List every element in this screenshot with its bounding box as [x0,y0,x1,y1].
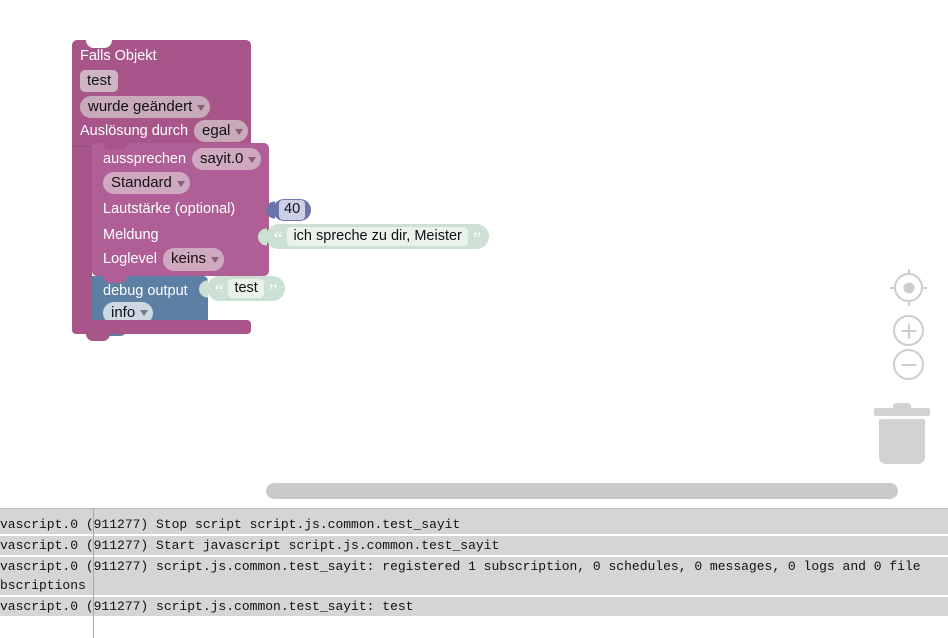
block-event-object-changed[interactable]: Falls Objekt test wurde geändert Auslösu… [72,40,251,147]
crosshair-tick-east [921,286,927,289]
log-row[interactable]: vascript.0 (911277) script.js.common.tes… [0,557,948,595]
event-block-foot [72,320,251,341]
zoom-in-button[interactable] [893,315,924,346]
crosshair-tick-south [907,300,910,306]
scrollbar-thumb[interactable] [266,483,898,499]
canvas-horizontal-scrollbar[interactable] [266,483,898,499]
block-canvas-workspace[interactable]: Falls Objekt test wurde geändert Auslösu… [0,0,948,508]
block-number-volume[interactable]: 40 [266,199,312,221]
trash-can-button[interactable] [874,402,930,464]
zoom-out-button[interactable] [893,349,924,380]
event-object-field[interactable]: test [80,69,119,93]
event-source-dropdown[interactable]: egal [194,120,249,143]
log-row[interactable]: vascript.0 (911277) Stop script script.j… [0,515,948,534]
say-voice-dropdown-label: Standard [111,174,172,192]
block-bottom-notch [86,334,110,341]
debug-block-label: debug output [103,282,188,299]
minus-icon [901,363,916,366]
chevron-down-icon [211,256,220,263]
event-source-label: Auslösung durch [80,122,189,139]
say-loglevel-label: Loglevel [103,251,158,268]
block-canvas[interactable]: Falls Objekt test wurde geändert Auslösu… [0,0,948,508]
log-output-panel[interactable]: vascript.0 (911277) Stop script script.j… [0,508,948,638]
say-block-label: aussprechen [103,150,187,167]
say-loglevel-dropdown-label: keins [171,250,207,268]
event-source-dropdown-label: egal [202,122,231,139]
log-panel-cursor-line [93,508,94,638]
visual-script-editor-window: Falls Objekt test wurde geändert Auslösu… [0,0,948,638]
chevron-down-icon [176,180,185,187]
log-row[interactable]: vascript.0 (911277) Start javascript scr… [0,536,948,555]
crosshair-target-icon [903,282,914,293]
say-instance-dropdown-label: sayit.0 [200,150,244,167]
event-block-title: Falls Objekt [80,47,157,64]
event-block-spine [72,143,92,323]
block-string-message[interactable]: “ ich spreche zu dir, Meister ” [258,224,490,250]
string-value-field[interactable]: ich spreche zu dir, Meister [287,227,468,246]
quote-open-icon: “ [274,228,283,250]
event-trigger-dropdown[interactable]: wurde geändert [80,95,211,119]
string-value-field[interactable]: test [228,279,264,298]
say-loglevel-dropdown[interactable]: keins [163,248,225,271]
crosshair-tick-west [890,286,896,289]
chevron-down-icon [235,128,244,135]
chevron-down-icon [140,310,149,317]
block-sayit-speak[interactable]: aussprechen sayit.0 Standard Lautstärke … [92,143,269,276]
quote-open-icon: “ [215,280,224,302]
say-voice-dropdown[interactable]: Standard [103,172,190,195]
crosshair-tick-north [907,269,910,275]
number-value-field[interactable]: 40 [279,200,306,220]
say-message-label: Meldung [103,227,159,243]
block-string-debug-value[interactable]: “ test ” [199,276,286,302]
chevron-down-icon [248,156,257,163]
debug-level-dropdown-label: info [111,303,136,321]
block-top-notch [103,143,127,150]
block-top-notch [103,275,127,283]
center-workspace-button[interactable] [890,269,927,306]
trash-can-icon-body [879,419,925,464]
say-instance-dropdown[interactable]: sayit.0 [192,148,262,171]
event-trigger-dropdown-label: wurde geändert [88,97,193,115]
quote-close-icon: ” [268,280,278,302]
plus-icon-vertical [907,323,910,338]
trash-can-icon-lid [874,408,930,416]
block-top-notch [86,40,112,48]
say-volume-label: Lautstärke (optional) [103,201,236,217]
chevron-down-icon [197,104,206,111]
log-row[interactable]: vascript.0 (911277) script.js.common.tes… [0,597,948,616]
quote-close-icon: ” [472,228,482,250]
